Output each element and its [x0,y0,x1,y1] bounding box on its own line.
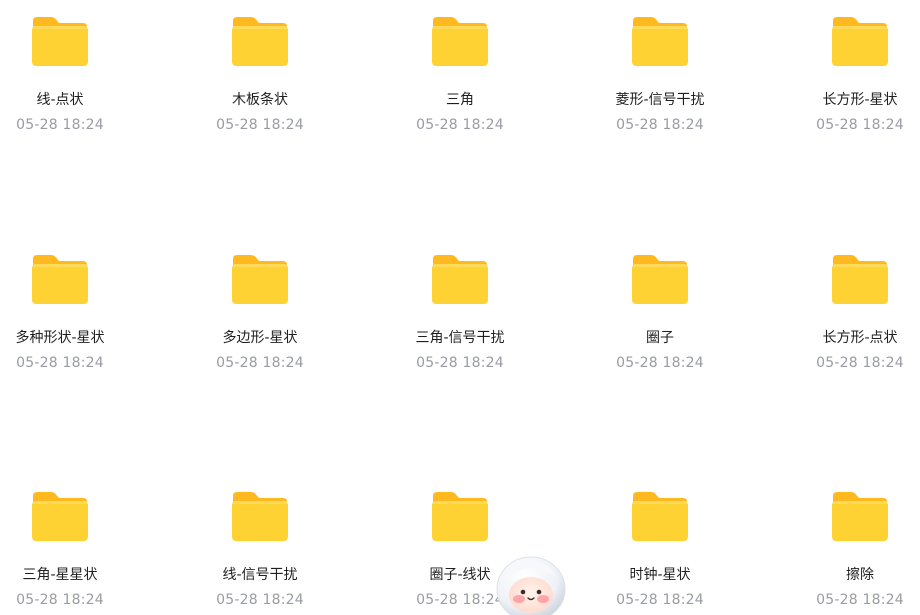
folder-name: 时钟-星状 [629,567,691,583]
folder-icon [230,490,290,542]
folder-modified-date: 05-28 18:24 [216,117,304,133]
folder-name: 菱形-信号干扰 [615,92,705,108]
folder-icon [230,253,290,305]
folder-modified-date: 05-28 18:24 [16,592,104,608]
folder-name: 三角-星星状 [22,567,98,583]
folder-name: 木板条状 [232,92,288,108]
assistant-mascot-icon [496,556,566,615]
folder-name: 多种形状-星状 [15,330,105,346]
folder-name: 擦除 [846,567,874,583]
folder-icon [30,490,90,542]
folder-name: 圈子 [646,330,674,346]
folder-icon [830,15,890,67]
folder-item[interactable]: 长方形-点状 05-28 18:24 [780,238,920,371]
folder-item[interactable]: 三角-信号干扰 05-28 18:24 [380,238,540,371]
folder-item[interactable]: 长方形-星状 05-28 18:24 [780,0,920,133]
folder-icon [630,253,690,305]
folder-name: 长方形-点状 [822,330,898,346]
folder-item[interactable]: 多种形状-星状 05-28 18:24 [0,238,140,371]
folder-modified-date: 05-28 18:24 [216,355,304,371]
folder-modified-date: 05-28 18:24 [616,592,704,608]
folder-icon [430,253,490,305]
folder-name: 多边形-星状 [222,330,298,346]
folder-item[interactable]: 线-点状 05-28 18:24 [0,0,140,133]
folder-modified-date: 05-28 18:24 [416,355,504,371]
folder-modified-date: 05-28 18:24 [816,355,904,371]
folder-modified-date: 05-28 18:24 [616,117,704,133]
folder-item[interactable]: 擦除 05-28 18:24 [780,475,920,608]
folder-name: 三角-信号干扰 [415,330,505,346]
folder-icon [630,15,690,67]
folder-item[interactable]: 三角 05-28 18:24 [380,0,540,133]
folder-item[interactable]: 多边形-星状 05-28 18:24 [180,238,340,371]
folder-icon [430,15,490,67]
folder-modified-date: 05-28 18:24 [816,592,904,608]
folder-icon [630,490,690,542]
folder-icon [30,15,90,67]
folder-item[interactable]: 菱形-信号干扰 05-28 18:24 [580,0,740,133]
folder-icon [830,253,890,305]
folder-modified-date: 05-28 18:24 [216,592,304,608]
folder-modified-date: 05-28 18:24 [816,117,904,133]
assistant-mascot-button[interactable] [493,551,573,615]
folder-name: 线-点状 [36,92,84,108]
folder-item[interactable]: 时钟-星状 05-28 18:24 [580,475,740,608]
folder-item[interactable]: 圈子 05-28 18:24 [580,238,740,371]
folder-modified-date: 05-28 18:24 [16,355,104,371]
folder-icon [230,15,290,67]
folder-item[interactable]: 木板条状 05-28 18:24 [180,0,340,133]
folder-name: 线-信号干扰 [222,567,298,583]
folder-grid: 线-点状 05-28 18:24 木板条状 05-28 18:24 三角 05-… [0,0,920,615]
folder-modified-date: 05-28 18:24 [416,117,504,133]
folder-modified-date: 05-28 18:24 [616,355,704,371]
folder-item[interactable]: 三角-星星状 05-28 18:24 [0,475,140,608]
folder-icon [30,253,90,305]
folder-name: 长方形-星状 [822,92,898,108]
folder-name: 三角 [446,92,474,108]
folder-modified-date: 05-28 18:24 [16,117,104,133]
folder-icon [830,490,890,542]
folder-icon [430,490,490,542]
folder-item[interactable]: 线-信号干扰 05-28 18:24 [180,475,340,608]
